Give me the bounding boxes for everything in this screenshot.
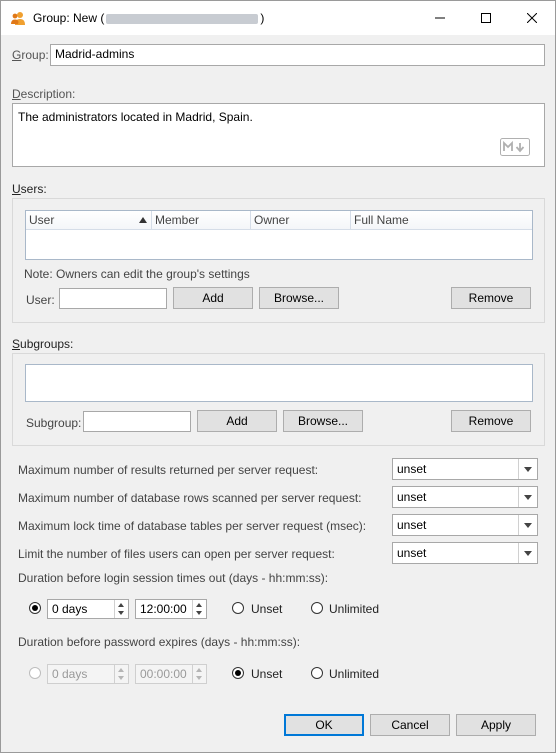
column-header-owner[interactable]: Owner — [251, 211, 351, 230]
add-subgroup-button[interactable]: Add — [197, 410, 277, 432]
chevron-down-icon — [518, 459, 537, 479]
session-unlimited-label: Unlimited — [329, 602, 380, 616]
close-icon — [527, 13, 537, 23]
spinner-arrows-icon[interactable] — [192, 665, 206, 683]
minimize-button[interactable] — [417, 1, 463, 35]
users-label: Users: — [12, 182, 47, 196]
user-input[interactable] — [59, 288, 167, 309]
group-label: Group: — [12, 48, 49, 62]
max-results-select[interactable]: unset — [392, 458, 538, 480]
max-open-files-label: Limit the number of files users can open… — [18, 547, 335, 561]
subgroups-list[interactable] — [25, 364, 533, 402]
chevron-down-icon — [518, 543, 537, 563]
session-unset-label: Unset — [251, 602, 283, 616]
window-title: Group: New () — [33, 11, 264, 25]
session-timeout-label: Duration before login session times out … — [18, 571, 329, 585]
chevron-down-icon — [518, 487, 537, 507]
subgroup-input[interactable] — [83, 411, 191, 432]
password-days-spinner[interactable]: 0 days — [47, 664, 129, 684]
add-user-button[interactable]: Add — [173, 287, 253, 309]
window-title-suffix: ) — [260, 11, 265, 25]
max-scan-rows-select[interactable]: unset — [392, 486, 538, 508]
close-button[interactable] — [509, 1, 555, 35]
password-custom-radio[interactable] — [29, 667, 41, 679]
subgroup-label: Subgroup: — [26, 416, 82, 430]
browse-subgroups-button[interactable]: Browse... — [283, 410, 363, 432]
remove-user-button[interactable]: Remove — [451, 287, 531, 309]
column-header-member[interactable]: Member — [152, 211, 251, 230]
description-textarea[interactable]: The administrators located in Madrid, Sp… — [12, 103, 545, 167]
password-time-spinner[interactable]: 00:00:00 — [135, 664, 207, 684]
title-bar: Group: New () — [1, 1, 555, 35]
ok-button[interactable]: OK — [284, 714, 364, 736]
minimize-icon — [435, 17, 445, 19]
max-open-files-select[interactable]: unset — [392, 542, 538, 564]
group-dialog: Group: New () Group: Madrid-admins Descr… — [0, 0, 556, 753]
password-unset-label: Unset — [251, 667, 283, 681]
owners-note: Note: Owners can edit the group's settin… — [24, 267, 250, 281]
session-unset-radio[interactable] — [232, 602, 244, 614]
max-lock-time-select[interactable]: unset — [392, 514, 538, 536]
column-header-user[interactable]: User — [26, 211, 152, 230]
max-lock-time-label: Maximum lock time of database tables per… — [18, 519, 367, 533]
password-unlimited-label: Unlimited — [329, 667, 380, 681]
group-icon — [11, 12, 25, 25]
password-unlimited-radio[interactable] — [311, 667, 323, 679]
users-table[interactable]: User Member Owner Full Name — [25, 210, 533, 260]
maximize-button[interactable] — [463, 1, 509, 35]
session-unlimited-radio[interactable] — [311, 602, 323, 614]
remove-subgroup-button[interactable]: Remove — [451, 410, 531, 432]
max-scan-rows-label: Maximum number of database rows scanned … — [18, 491, 362, 505]
apply-button[interactable]: Apply — [456, 714, 536, 736]
sort-ascending-icon — [139, 217, 147, 223]
user-label: User: — [26, 293, 55, 307]
password-unset-radio[interactable] — [232, 667, 244, 679]
max-results-label: Maximum number of results returned per s… — [18, 463, 319, 477]
markdown-icon[interactable] — [500, 138, 530, 156]
spinner-arrows-icon[interactable] — [192, 600, 206, 618]
browse-users-button[interactable]: Browse... — [259, 287, 339, 309]
session-days-spinner[interactable]: 0 days — [47, 599, 129, 619]
description-text: The administrators located in Madrid, Sp… — [18, 110, 253, 124]
group-name-input[interactable]: Madrid-admins — [50, 44, 545, 66]
column-header-full-name[interactable]: Full Name — [351, 211, 532, 230]
spinner-arrows-icon[interactable] — [114, 665, 128, 683]
maximize-icon — [481, 13, 491, 23]
redacted-server-address — [106, 13, 259, 24]
session-time-spinner[interactable]: 12:00:00 — [135, 599, 207, 619]
window-title-prefix: Group: New ( — [33, 11, 105, 25]
session-custom-radio[interactable] — [29, 602, 41, 614]
cancel-button[interactable]: Cancel — [370, 714, 450, 736]
password-expiry-label: Duration before password expires (days -… — [18, 635, 301, 649]
subgroups-label: Subgroups: — [12, 337, 74, 351]
chevron-down-icon — [518, 515, 537, 535]
description-label: Description: — [12, 87, 76, 101]
spinner-arrows-icon[interactable] — [114, 600, 128, 618]
